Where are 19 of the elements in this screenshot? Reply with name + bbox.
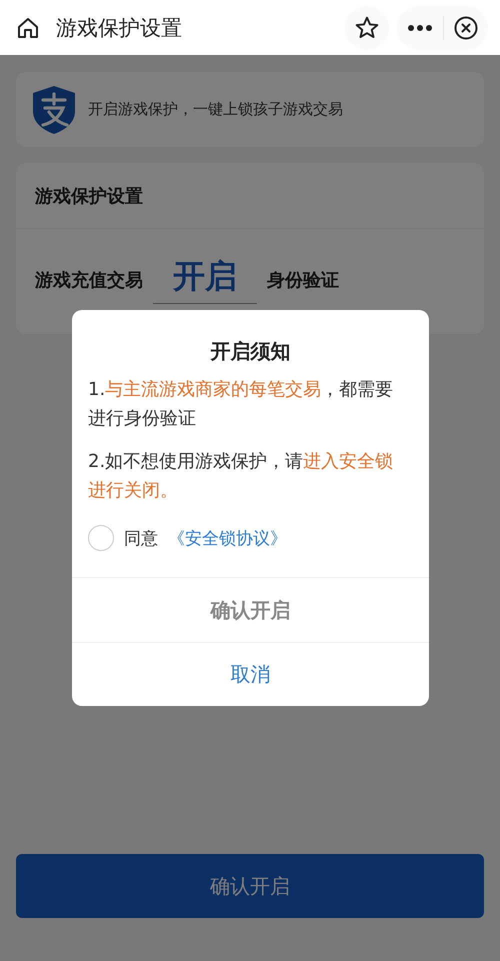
- home-icon[interactable]: [16, 16, 40, 40]
- setting-value[interactable]: 开启: [153, 255, 257, 304]
- shield-logo-icon: [32, 84, 76, 134]
- star-icon[interactable]: [354, 14, 380, 40]
- cancel-button[interactable]: 取消: [72, 642, 429, 706]
- dialog-title: 开启须知: [209, 338, 292, 365]
- section-title: 游戏保护设置: [16, 163, 484, 229]
- more-icon[interactable]: [407, 24, 433, 32]
- notice-text: 2.如不想使用游戏保护，请进入安全锁进行关闭。: [88, 450, 394, 503]
- close-icon[interactable]: [454, 16, 478, 40]
- agree-checkbox[interactable]: [88, 525, 114, 551]
- banner-text: 开启游戏保护，一键上锁孩子游戏交易: [88, 100, 343, 119]
- agree-label: 同意: [124, 528, 158, 550]
- agreement-link[interactable]: 《安全锁协议》: [168, 526, 287, 550]
- setting-label: 身份验证: [267, 268, 339, 292]
- page-title: 游戏保护设置: [56, 14, 183, 42]
- confirm-enable-button[interactable]: 确认开启: [16, 854, 484, 918]
- setting-label: 游戏充值交易: [35, 268, 143, 292]
- notice-text: 1.与主流游戏商家的每笔交易，都需要进行身份验证: [88, 378, 394, 431]
